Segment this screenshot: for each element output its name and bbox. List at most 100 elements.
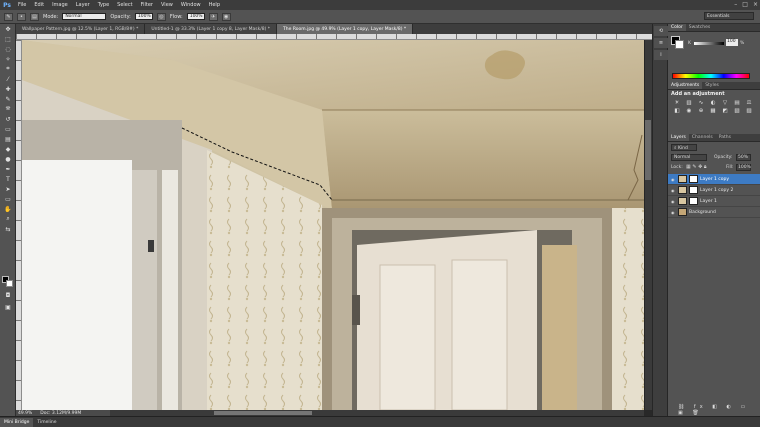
quick-mask-icon[interactable]: ◘ — [0, 290, 16, 300]
tab-paths[interactable]: Paths — [716, 134, 734, 141]
pressure-opacity-icon[interactable]: ◎ — [156, 12, 166, 21]
mode-select[interactable]: Normal — [62, 13, 107, 20]
brush-tool-icon[interactable]: ✎ — [4, 12, 13, 21]
layer-mask-thumbnail[interactable] — [689, 197, 698, 205]
photo-filter-icon[interactable]: ◉ — [684, 108, 694, 114]
lasso-tool-icon[interactable]: ◌ — [0, 44, 16, 54]
fill-input[interactable]: 100% — [736, 164, 751, 171]
brush-tool-icon[interactable]: ✎ — [0, 94, 16, 104]
pressure-size-icon[interactable]: ◉ — [221, 12, 231, 21]
history-panel-icon[interactable]: ⟲ — [654, 26, 668, 36]
vibrance-icon[interactable]: ▽ — [720, 100, 730, 106]
properties-panel-icon[interactable]: ≡ — [654, 38, 668, 48]
dodge-tool-icon[interactable]: ● — [0, 154, 16, 164]
zoom-level[interactable]: 49.9% — [18, 411, 32, 416]
horizontal-scroll-thumb[interactable] — [214, 411, 312, 415]
curves-icon[interactable]: ∿ — [696, 100, 706, 106]
black-white-icon[interactable]: ◧ — [672, 108, 682, 114]
eraser-tool-icon[interactable]: ▭ — [0, 124, 16, 134]
info-panel-icon[interactable]: i — [654, 50, 668, 60]
tab-timeline[interactable]: Timeline — [33, 418, 60, 427]
layer-filter-kind[interactable]: ⌕ Kind — [671, 144, 697, 151]
crop-tool-icon[interactable]: ⌗ — [0, 64, 16, 74]
vertical-scrollbar[interactable] — [644, 40, 652, 410]
tab-layers[interactable]: Layers — [668, 134, 689, 141]
clone-stamp-tool-icon[interactable]: ⛯ — [0, 104, 16, 114]
layer-mask-thumbnail[interactable] — [689, 186, 698, 194]
path-select-tool-icon[interactable]: ➤ — [0, 184, 16, 194]
exposure-icon[interactable]: ◐ — [708, 100, 718, 106]
tab-wallpaper-pattern[interactable]: Wallpaper Pattern.jpg @ 12.5% (Layer 1, … — [16, 24, 146, 34]
tab-untitled-1[interactable]: Untitled-1 @ 33.3% (Layer 1 copy 8, Laye… — [145, 24, 278, 34]
tab-the-room[interactable]: The Room.jpg @ 49.9% (Layer 1 copy, Laye… — [277, 24, 414, 34]
menu-edit[interactable]: Edit — [30, 2, 48, 8]
blend-mode-select[interactable]: Normal — [671, 154, 707, 161]
layer-row-layer-1-copy-2[interactable]: ◉ Layer 1 copy 2 — [668, 185, 760, 196]
hue-saturation-icon[interactable]: ▤ — [732, 100, 742, 106]
tab-channels[interactable]: Channels — [689, 134, 716, 141]
color-k-input[interactable]: 100 — [726, 39, 738, 46]
brush-size-icon[interactable]: • — [17, 12, 26, 21]
menu-view[interactable]: View — [157, 2, 177, 8]
visibility-eye-icon[interactable]: ◉ — [671, 188, 676, 193]
color-k-slider[interactable] — [694, 42, 724, 45]
blur-tool-icon[interactable]: ◆ — [0, 144, 16, 154]
threshold-icon[interactable]: ▨ — [744, 108, 754, 114]
color-spectrum-ramp[interactable] — [672, 73, 750, 79]
channel-mixer-icon[interactable]: ⊕ — [696, 108, 706, 114]
menu-select[interactable]: Select — [113, 2, 136, 8]
hand-tool-icon[interactable]: ✋ — [0, 204, 16, 214]
tab-mini-bridge[interactable]: Mini Bridge — [0, 418, 34, 427]
layer-row-layer-1-copy[interactable]: ◉ Layer 1 copy — [668, 174, 760, 185]
color-lookup-icon[interactable]: ▦ — [708, 108, 718, 114]
brush-panel-icon[interactable]: ▤ — [30, 12, 39, 21]
menu-filter[interactable]: Filter — [137, 2, 157, 8]
close-button[interactable]: × — [753, 1, 758, 8]
screen-mode-icon[interactable]: ▣ — [0, 302, 16, 312]
marquee-tool-icon[interactable]: ⬚ — [0, 34, 16, 44]
tab-styles[interactable]: Styles — [702, 82, 722, 89]
menu-help[interactable]: Help — [205, 2, 224, 8]
tab-color[interactable]: Color — [668, 24, 686, 31]
airbrush-icon[interactable]: ✈ — [208, 12, 218, 21]
workspace-switcher[interactable]: Essentials — [704, 12, 754, 20]
visibility-eye-icon[interactable]: ◉ — [671, 177, 676, 182]
background-color-swatch[interactable] — [6, 280, 13, 287]
invert-icon[interactable]: ◩ — [720, 108, 730, 114]
layers-panel-footer-icons[interactable]: ⛓ fx ◧ ◐ ▭ ▣ 🗑︎ — [678, 404, 760, 416]
tab-swatches[interactable]: Swatches — [686, 24, 714, 31]
menu-type[interactable]: Type — [94, 2, 113, 8]
lock-icons[interactable]: ▦ ✎ ✥ 🔒︎ — [686, 164, 707, 170]
brightness-icon[interactable]: ☀ — [672, 100, 682, 106]
move-tool-icon[interactable]: ✥ — [0, 24, 16, 34]
flow-input[interactable]: 100% — [186, 13, 205, 20]
swap-colors-icon[interactable]: ⇆ — [0, 224, 16, 234]
zoom-tool-icon[interactable]: ⌕ — [0, 214, 16, 224]
history-brush-tool-icon[interactable]: ↺ — [0, 114, 16, 124]
layer-row-layer-1[interactable]: ◉ Layer 1 — [668, 196, 760, 207]
minimize-button[interactable]: – — [734, 1, 737, 8]
levels-icon[interactable]: ▥ — [684, 100, 694, 106]
healing-tool-icon[interactable]: ✚ — [0, 84, 16, 94]
color-balance-icon[interactable]: ⚖ — [744, 100, 754, 106]
layer-mask-thumbnail[interactable] — [689, 175, 698, 183]
layer-row-background[interactable]: ◉ Background — [668, 207, 760, 218]
menu-window[interactable]: Window — [177, 2, 205, 8]
type-tool-icon[interactable]: T — [0, 174, 16, 184]
menu-image[interactable]: Image — [48, 2, 72, 8]
document-canvas[interactable] — [22, 40, 644, 410]
gradient-tool-icon[interactable]: ▤ — [0, 134, 16, 144]
vertical-scroll-thumb[interactable] — [645, 120, 651, 180]
quick-select-tool-icon[interactable]: ✧ — [0, 54, 16, 64]
tab-adjustments[interactable]: Adjustments — [668, 82, 703, 89]
opacity-input[interactable]: 100% — [134, 13, 153, 20]
pen-tool-icon[interactable]: ✒ — [0, 164, 16, 174]
posterize-icon[interactable]: ▧ — [732, 108, 742, 114]
visibility-eye-icon[interactable]: ◉ — [671, 199, 676, 204]
menu-file[interactable]: File — [14, 2, 30, 8]
visibility-eye-icon[interactable]: ◉ — [671, 210, 676, 215]
maximize-button[interactable]: □ — [742, 1, 748, 8]
layer-opacity-input[interactable]: 50% — [736, 154, 751, 161]
menu-layer[interactable]: Layer — [72, 2, 94, 8]
shape-tool-icon[interactable]: ▭ — [0, 194, 16, 204]
